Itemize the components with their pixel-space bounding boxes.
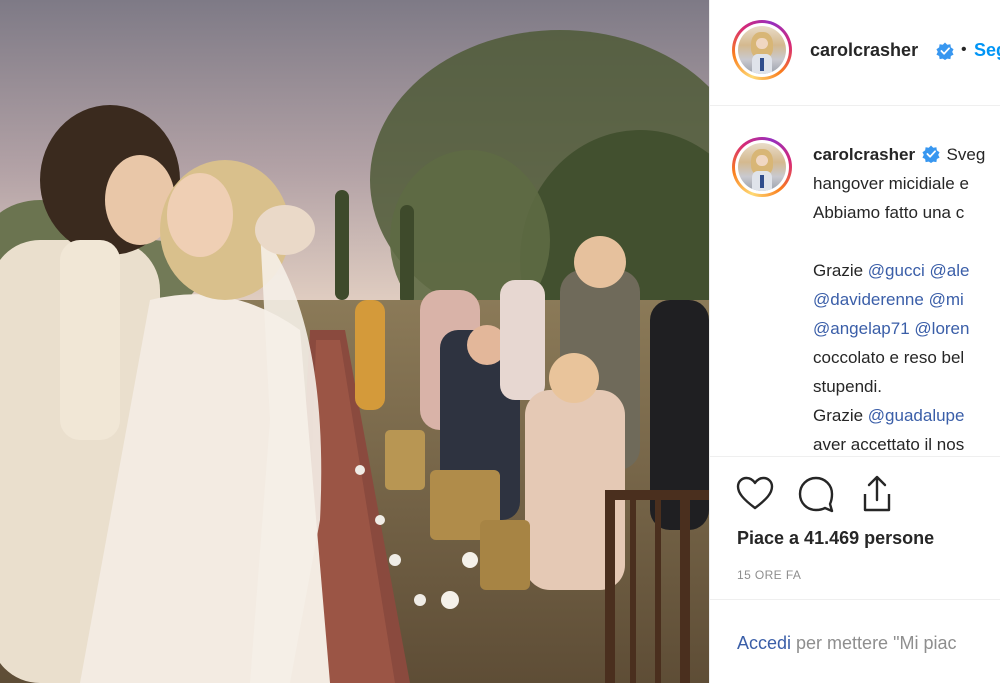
comment-bubble-icon[interactable] bbox=[796, 474, 836, 514]
comments-area: carolcrasher Sveg hangover micidiale e A… bbox=[710, 107, 1000, 457]
follow-button[interactable]: Seg bbox=[974, 40, 1000, 61]
verified-badge-icon bbox=[936, 42, 954, 60]
post-header: carolcrasher • Seg bbox=[710, 0, 1000, 106]
caption-username[interactable]: carolcrasher bbox=[813, 145, 915, 164]
mention-link[interactable]: @daviderenne bbox=[813, 290, 924, 309]
caption-text: Grazie bbox=[813, 261, 868, 280]
post-timestamp[interactable]: 15 ORE FA bbox=[737, 568, 801, 582]
caption-line: Grazie @guadalupe bbox=[813, 401, 1000, 430]
login-text: Accedi per mettere "Mi piac bbox=[737, 633, 956, 654]
caption-line: Grazie @gucci @ale bbox=[813, 256, 1000, 285]
mention-link[interactable]: @mi bbox=[929, 290, 964, 309]
caption-line: stupendi. bbox=[813, 377, 882, 396]
caption-text: Sveg bbox=[946, 145, 986, 164]
mention-link[interactable]: @loren bbox=[914, 319, 969, 338]
caption-text: Grazie bbox=[813, 406, 868, 425]
caption-line: @angelap71 @loren bbox=[813, 314, 1000, 343]
caption-line: aver accettato il nos bbox=[813, 435, 965, 454]
login-rest-text: per mettere "Mi piac bbox=[791, 633, 957, 653]
instagram-post-view: carolcrasher • Seg carolcrasher S bbox=[0, 0, 1000, 683]
mention-link[interactable]: @guadalupe bbox=[868, 406, 965, 425]
likes-count[interactable]: Piace a 41.469 persone bbox=[737, 528, 934, 549]
caption-line: coccolato e reso bel bbox=[813, 348, 965, 367]
verified-badge-icon bbox=[922, 145, 940, 163]
login-link[interactable]: Accedi bbox=[737, 633, 791, 653]
avatar[interactable] bbox=[732, 20, 792, 80]
caption-line: @daviderenne @mi bbox=[813, 285, 1000, 314]
header-username[interactable]: carolcrasher bbox=[810, 40, 918, 61]
wedding-photo-illustration bbox=[0, 0, 709, 683]
heart-icon[interactable] bbox=[735, 474, 775, 514]
caption-line: hangover micidiale e bbox=[813, 174, 969, 193]
post-photo[interactable] bbox=[0, 0, 709, 683]
header-separator: • bbox=[961, 41, 967, 58]
post-actions: Piace a 41.469 persone 15 ORE FA bbox=[710, 458, 1000, 600]
caption-avatar[interactable] bbox=[732, 137, 792, 197]
caption-line: Abbiamo fatto una c bbox=[813, 203, 965, 222]
post-side-panel: carolcrasher • Seg carolcrasher S bbox=[709, 0, 1000, 683]
post-caption: carolcrasher Sveg hangover micidiale e A… bbox=[813, 140, 1000, 456]
login-prompt: Accedi per mettere "Mi piac bbox=[710, 601, 1000, 683]
mention-link[interactable]: @ale bbox=[929, 261, 969, 280]
mention-link[interactable]: @angelap71 bbox=[813, 319, 910, 338]
mention-link[interactable]: @gucci bbox=[868, 261, 925, 280]
caption-line: carolcrasher Sveg bbox=[813, 140, 1000, 169]
share-icon[interactable] bbox=[857, 474, 897, 514]
